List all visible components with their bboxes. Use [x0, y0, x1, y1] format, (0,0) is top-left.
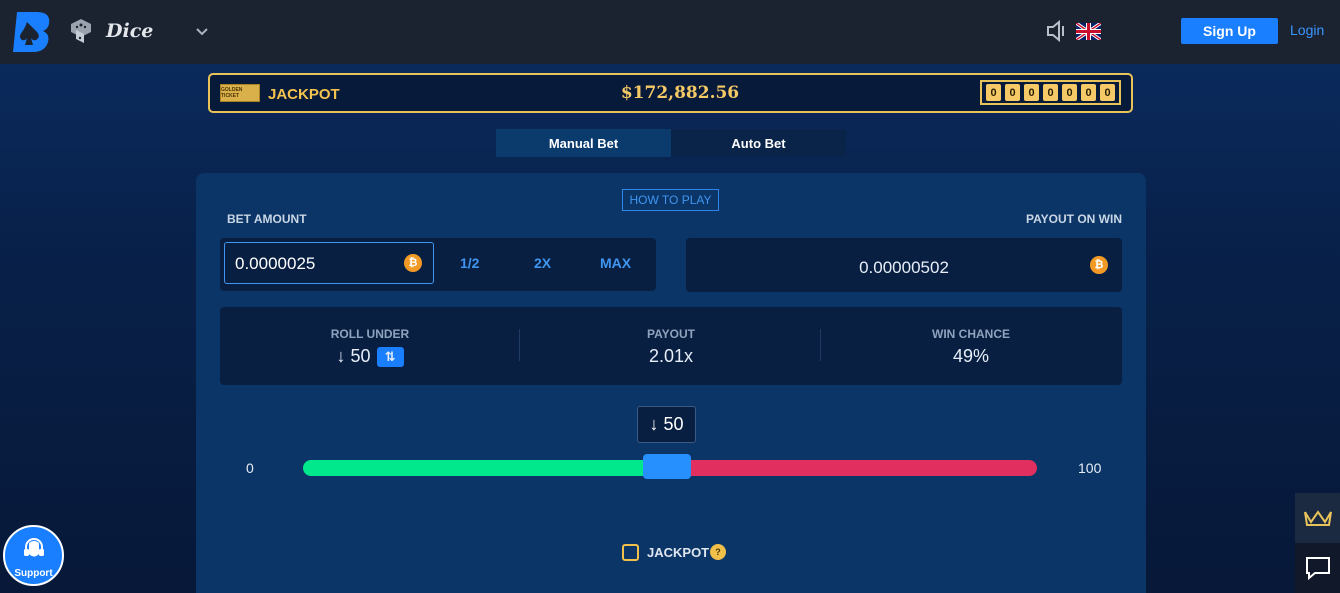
golden-ticket-icon: GOLDEN TICKET — [220, 84, 260, 102]
payout-on-win-label: PAYOUT ON WIN — [1025, 212, 1122, 226]
divider — [519, 329, 520, 361]
dice-icon — [71, 19, 91, 43]
max-bet-button[interactable]: MAX — [600, 255, 631, 271]
tab-auto-bet[interactable]: Auto Bet — [671, 129, 846, 157]
half-bet-button[interactable]: 1/2 — [460, 255, 479, 271]
jackpot-digit: 0 — [1005, 84, 1020, 101]
bet-amount-box: ₿ 1/2 2X MAX — [220, 238, 656, 291]
uk-flag-icon[interactable] — [1076, 23, 1101, 40]
login-link[interactable]: Login — [1290, 22, 1324, 38]
bet-amount-field[interactable]: ₿ — [224, 242, 434, 284]
win-chance-stat: WIN CHANCE 49% — [821, 327, 1121, 367]
roll-under-value: ↓ 50 — [336, 346, 371, 366]
speaker-icon[interactable] — [1046, 20, 1070, 42]
game-title: Dice — [106, 20, 154, 42]
payout-value[interactable]: 2.01x — [521, 346, 821, 367]
jackpot-digits: 0 0 0 0 0 0 0 — [980, 80, 1121, 105]
jackpot-digit: 0 — [1024, 84, 1039, 101]
slider-win-segment — [303, 460, 670, 476]
brand-logo-icon[interactable] — [11, 10, 53, 52]
payout-stat: PAYOUT 2.01x — [521, 327, 821, 367]
slider-max-label: 100 — [1078, 460, 1102, 476]
how-to-play-button[interactable]: HOW TO PLAY — [622, 189, 719, 211]
payout-on-win-value: 0.00000502 — [859, 258, 949, 277]
jackpot-digit: 0 — [1100, 84, 1115, 101]
win-chance-value[interactable]: 49% — [821, 346, 1121, 367]
top-header: Dice Sign Up Login — [0, 0, 1340, 64]
roll-under-stat: ROLL UNDER ↓ 50 ⇅ — [220, 327, 520, 368]
dice-panel: HOW TO PLAY BET AMOUNT PAYOUT ON WIN ₿ 1… — [196, 173, 1146, 593]
headset-icon — [24, 538, 44, 557]
sign-up-button[interactable]: Sign Up — [1181, 18, 1278, 44]
chat-icon — [1305, 557, 1330, 580]
jackpot-digit: 0 — [1081, 84, 1096, 101]
help-icon[interactable]: ? — [710, 544, 726, 560]
chat-button[interactable] — [1295, 543, 1340, 593]
slider-handle[interactable] — [643, 454, 691, 479]
bitcoin-icon: ₿ — [404, 254, 422, 272]
bet-stats: ROLL UNDER ↓ 50 ⇅ PAYOUT 2.01x WIN CHANCE… — [220, 307, 1122, 385]
double-bet-button[interactable]: 2X — [534, 255, 551, 271]
payout-on-win-box: 0.00000502 ₿ — [686, 238, 1122, 292]
bet-mode-tabs: Manual Bet Auto Bet — [496, 129, 846, 157]
support-button[interactable]: Support — [3, 525, 64, 586]
jackpot-digit: 0 — [1043, 84, 1058, 101]
slider-value-bubble: ↓ 50 — [637, 406, 696, 443]
win-chance-label: WIN CHANCE — [932, 327, 1010, 341]
bet-amount-input[interactable] — [235, 254, 395, 274]
tab-manual-bet[interactable]: Manual Bet — [496, 129, 671, 157]
slider-min-label: 0 — [246, 460, 254, 476]
roll-under-label: ROLL UNDER — [330, 327, 410, 341]
bet-amount-label: BET AMOUNT — [227, 212, 307, 226]
bitcoin-icon: ₿ — [1090, 256, 1108, 274]
slider-lose-segment — [670, 460, 1037, 476]
jackpot-digit: 0 — [1062, 84, 1077, 101]
jackpot-label: JACKPOT — [268, 86, 340, 103]
jackpot-amount: $172,882.56 — [620, 83, 740, 103]
support-label: Support — [14, 568, 53, 579]
jackpot-checkbox[interactable] — [622, 544, 639, 561]
crown-icon — [1303, 510, 1332, 526]
jackpot-digit: 0 — [986, 84, 1001, 101]
swap-roll-button[interactable]: ⇅ — [376, 347, 404, 368]
payout-label: PAYOUT — [646, 327, 695, 341]
jackpot-banner: GOLDEN TICKET JACKPOT $172,882.56 0 0 0 … — [208, 73, 1133, 113]
jackpot-checkbox-label: JACKPOT — [647, 545, 710, 560]
chevron-down-icon[interactable] — [194, 24, 210, 40]
vip-crown-button[interactable] — [1295, 493, 1340, 543]
